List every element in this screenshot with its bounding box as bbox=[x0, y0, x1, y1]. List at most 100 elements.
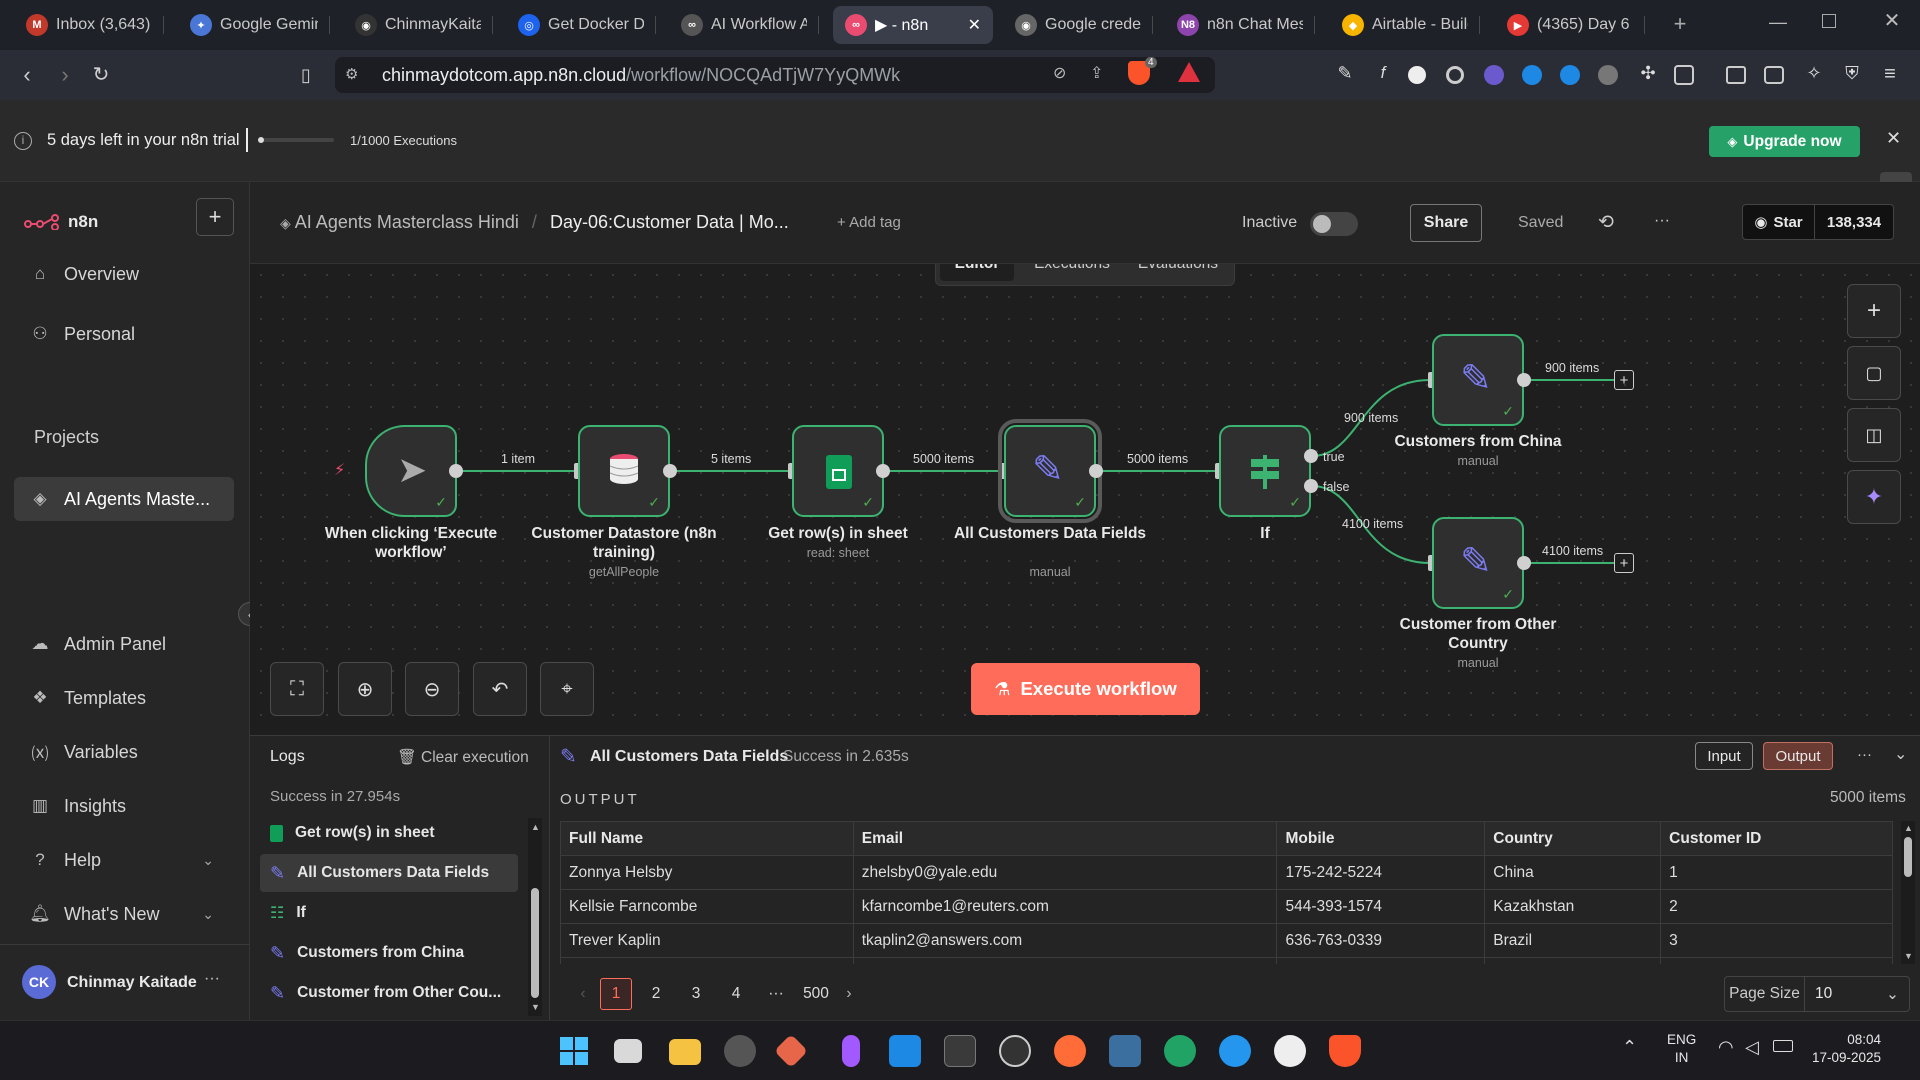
breadcrumb-project[interactable]: AI Agents Masterclass Hindi bbox=[295, 212, 519, 232]
brave-icon[interactable] bbox=[1329, 1035, 1361, 1067]
extension-icon[interactable] bbox=[1484, 65, 1504, 85]
node-all-customers-fields[interactable]: ✎ ✓ bbox=[998, 419, 1102, 523]
page-button[interactable]: 500 bbox=[800, 978, 832, 1010]
browser-tab[interactable]: M Inbox (3,643) - c bbox=[14, 6, 164, 44]
add-node-button[interactable]: + bbox=[1614, 553, 1634, 573]
browser-tab[interactable]: ∞ AI Workflow Au bbox=[669, 6, 819, 44]
app-icon[interactable] bbox=[1164, 1035, 1196, 1067]
create-button[interactable]: + bbox=[196, 198, 234, 236]
wallet-icon[interactable] bbox=[1764, 66, 1784, 84]
back-icon[interactable]: ‹ bbox=[14, 62, 40, 88]
more-options-icon[interactable]: ··· bbox=[1654, 212, 1670, 230]
share-button[interactable]: Share bbox=[1410, 204, 1482, 242]
leo-ai-icon[interactable]: ✧ bbox=[1802, 63, 1826, 87]
browser-tab[interactable]: ▶ (4365) Day 6 - A bbox=[1495, 6, 1645, 44]
log-item[interactable]: ☷ If bbox=[260, 894, 518, 932]
browser-tab[interactable]: ✦ Google Gemini bbox=[178, 6, 330, 44]
log-item[interactable]: ✎ Customer from Other Cou... bbox=[260, 974, 518, 1012]
close-window-icon[interactable]: ✕ bbox=[1880, 8, 1904, 32]
extension-icon[interactable] bbox=[1446, 66, 1464, 84]
docker-icon[interactable] bbox=[1219, 1035, 1251, 1067]
forward-icon[interactable]: › bbox=[52, 62, 78, 88]
output-port[interactable] bbox=[1517, 373, 1531, 387]
zoom-out-button[interactable]: ⊖ bbox=[405, 662, 459, 716]
postman-icon[interactable] bbox=[1054, 1035, 1086, 1067]
mongodb-icon[interactable] bbox=[1274, 1035, 1306, 1067]
input-button[interactable]: Input bbox=[1695, 742, 1753, 770]
close-tab-icon[interactable]: ✕ bbox=[968, 15, 981, 35]
url-bar[interactable]: ⚙ chinmaydotcom.app.n8n.cloud/workflow/N… bbox=[335, 57, 1215, 93]
false-output-port[interactable] bbox=[1304, 479, 1318, 493]
terminal-icon[interactable] bbox=[944, 1035, 976, 1067]
share-page-icon[interactable]: ⇪ bbox=[1090, 63, 1103, 83]
logs-scrollbar[interactable]: ▲ ▼ bbox=[528, 818, 542, 1016]
extension-icon[interactable] bbox=[1598, 65, 1618, 85]
figma-icon[interactable] bbox=[842, 1035, 860, 1067]
wifi-icon[interactable]: ◠ bbox=[1718, 1037, 1734, 1058]
prev-page-icon[interactable]: ‹ bbox=[570, 985, 596, 1003]
fit-view-button[interactable]: ⛶ bbox=[270, 662, 324, 716]
page-button[interactable]: 1 bbox=[600, 978, 632, 1010]
app-icon[interactable] bbox=[724, 1035, 756, 1067]
new-tab-button[interactable]: + bbox=[1668, 12, 1692, 36]
browser-tab[interactable]: ◉ ChinmayKaitade bbox=[343, 6, 493, 44]
extension-icon[interactable] bbox=[1408, 66, 1426, 84]
sidebar-item-project[interactable]: ◈ AI Agents Maste... bbox=[14, 477, 234, 521]
sidebar-toggle-icon[interactable] bbox=[1726, 66, 1746, 84]
minimize-icon[interactable]: — bbox=[1766, 12, 1790, 36]
node-if[interactable]: ✓ bbox=[1219, 425, 1311, 517]
maximize-icon[interactable] bbox=[1822, 14, 1836, 28]
upgrade-now-button[interactable]: ◈ Upgrade now bbox=[1709, 126, 1860, 157]
clear-execution-button[interactable]: 🗑︎ Clear execution bbox=[397, 748, 529, 767]
node-customers-other-country[interactable]: ✎ ✓ bbox=[1432, 517, 1524, 609]
output-port[interactable] bbox=[1517, 556, 1531, 570]
node-customers-china[interactable]: ✎ ✓ bbox=[1432, 334, 1524, 426]
tidy-up-button[interactable]: ⌖ bbox=[540, 662, 594, 716]
clock[interactable]: 08:04 17-09-2025 bbox=[1812, 1031, 1881, 1067]
panel-toggle-button[interactable]: ◫ bbox=[1847, 408, 1901, 462]
ai-assistant-button[interactable]: ✦ bbox=[1847, 470, 1901, 524]
extension-icon[interactable] bbox=[1522, 65, 1542, 85]
battery-icon[interactable] bbox=[1773, 1040, 1793, 1052]
browser-tab[interactable]: ◉ Google credent bbox=[1003, 6, 1153, 44]
github-star-button[interactable]: ◉ Star 138,334 bbox=[1742, 204, 1894, 240]
node-get-rows-sheet[interactable]: ✓ bbox=[792, 425, 884, 517]
execute-workflow-button[interactable]: ⚗ Execute workflow bbox=[971, 663, 1200, 715]
history-icon[interactable]: ⟲ bbox=[1598, 211, 1614, 234]
workflow-name[interactable]: Day-06:Customer Data | Mo... bbox=[550, 212, 789, 232]
page-button[interactable]: ··· bbox=[760, 978, 792, 1010]
vpn-icon[interactable]: ⛨ bbox=[1840, 63, 1864, 87]
sidebar-item-templates[interactable]: ❖ Templates bbox=[14, 676, 234, 720]
formula-extension-icon[interactable]: f bbox=[1371, 63, 1395, 87]
output-port[interactable] bbox=[1089, 464, 1103, 478]
page-button[interactable]: 3 bbox=[680, 978, 712, 1010]
obs-icon[interactable] bbox=[999, 1035, 1031, 1067]
browser-tab[interactable]: ◆ Airtable - Build bbox=[1330, 6, 1480, 44]
pen-extension-icon[interactable]: ✎ bbox=[1333, 63, 1357, 87]
node-customer-datastore[interactable]: ✓ bbox=[578, 425, 670, 517]
output-button[interactable]: Output bbox=[1763, 742, 1833, 770]
language-indicator[interactable]: ENG IN bbox=[1667, 1031, 1696, 1067]
sidebar-item-overview[interactable]: ⌂ Overview bbox=[14, 252, 234, 296]
sidebar-item-insights[interactable]: ▥ Insights bbox=[14, 784, 234, 828]
log-item[interactable]: ✎ All Customers Data Fields bbox=[260, 854, 518, 892]
active-toggle[interactable] bbox=[1310, 212, 1358, 236]
more-options-icon[interactable]: ··· bbox=[1857, 746, 1872, 763]
browser-tab[interactable]: ∞ ▶ - n8n ✕ bbox=[833, 6, 993, 44]
table-scrollbar[interactable]: ▲ ▼ bbox=[1901, 821, 1915, 964]
sidebar-item-whats-new[interactable]: 🔔︎ What's New ⌄ bbox=[14, 892, 234, 936]
brave-rewards-icon[interactable] bbox=[1178, 62, 1200, 82]
mysql-icon[interactable] bbox=[1109, 1035, 1141, 1067]
site-info-icon[interactable]: ⚙ bbox=[345, 65, 358, 83]
tray-overflow-icon[interactable]: ⌃ bbox=[1622, 1037, 1637, 1058]
windows-start-icon[interactable] bbox=[558, 1035, 590, 1067]
page-button[interactable]: 4 bbox=[720, 978, 752, 1010]
undo-button[interactable]: ↶ bbox=[473, 662, 527, 716]
output-port[interactable] bbox=[449, 464, 463, 478]
zoom-in-button[interactable]: ⊕ bbox=[338, 662, 392, 716]
avatar[interactable]: CK bbox=[22, 965, 56, 999]
node-manual-trigger[interactable]: ➤ ✓ bbox=[365, 425, 457, 517]
browser-tab[interactable]: ◎ Get Docker Des bbox=[506, 6, 656, 44]
git-icon[interactable] bbox=[774, 1034, 808, 1068]
file-explorer-icon[interactable] bbox=[669, 1039, 701, 1065]
